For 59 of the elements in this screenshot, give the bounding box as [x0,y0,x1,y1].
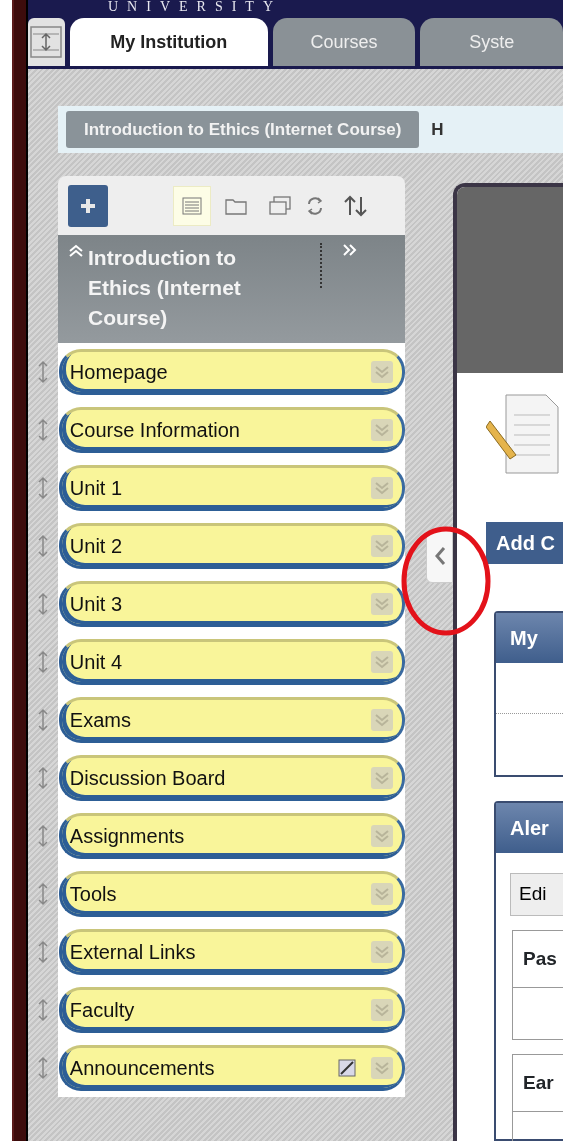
course-menu-item[interactable]: Unit 3 [58,581,405,627]
drag-handle-icon[interactable] [36,823,49,849]
chevron-down-icon[interactable] [369,824,394,848]
chevron-down-icon[interactable] [369,592,394,616]
section-heading: Pas [513,930,563,988]
expand-icon [29,25,64,59]
course-title: Introduction to Ethics (Internet Course) [88,245,242,331]
drag-handle-icon[interactable] [36,417,49,443]
course-menu-item[interactable]: Homepage [58,349,405,395]
drag-handle-icon[interactable] [36,475,49,501]
add-menu-item-button[interactable] [68,184,108,227]
chevron-left-icon [433,546,446,566]
drag-handle-icon[interactable] [36,939,49,965]
chevron-down-icon[interactable] [369,476,394,500]
chevron-down-icon[interactable] [369,1056,394,1080]
chevron-down-icon[interactable] [369,360,394,384]
module-title: Aler [496,803,563,853]
course-menu-item[interactable]: External Links [58,929,405,975]
module-title: My [496,613,563,663]
view-button[interactable] [173,185,211,226]
toggle-header-button[interactable] [28,18,65,66]
chevron-down-icon[interactable] [369,708,394,732]
edit-button[interactable]: Edi [510,873,563,916]
drag-handle-icon[interactable] [36,359,49,385]
course-menu-item[interactable]: Announcements [58,1045,405,1091]
course-menu-item[interactable]: Unit 1 [58,465,405,511]
drag-handle-icon[interactable] [36,533,49,559]
course-menu-item[interactable]: Unit 4 [58,639,405,685]
course-menu-item[interactable]: Unit 2 [58,523,405,569]
chevron-down-icon[interactable] [369,650,394,674]
course-menu-item[interactable]: Exams [58,697,405,743]
course-menu-item[interactable]: Faculty [58,987,405,1033]
chevron-down-icon[interactable] [369,882,394,906]
chevron-down-icon[interactable] [369,418,394,442]
breadcrumb-link[interactable]: H [431,110,444,149]
drag-handle-icon[interactable] [36,881,49,907]
course-menu-item[interactable]: Course Information [58,407,405,453]
course-menu-item[interactable]: Assignments [58,813,405,859]
section-heading: Ear [513,1054,563,1112]
chevron-down-icon[interactable] [369,534,394,558]
chevron-down-icon[interactable] [369,766,394,790]
drag-handle-icon[interactable] [36,1055,49,1081]
course-menu-item[interactable]: Tools [58,871,405,917]
windows-icon [268,193,292,218]
university-logo-text: UNIVERSITY [108,0,282,14]
drag-handle-icon[interactable] [36,707,49,733]
chevron-down-icon[interactable] [369,998,394,1022]
plus-icon [79,196,97,215]
sort-icon[interactable] [343,193,369,218]
drag-handle-icon[interactable] [36,591,49,617]
collapse-menu-button[interactable] [426,529,453,583]
refresh-icon[interactable] [305,194,325,217]
drag-handle-icon[interactable] [36,997,49,1023]
drag-handle-icon[interactable] [36,765,49,791]
add-content-bar[interactable]: Add C [486,522,563,564]
drag-handle-icon[interactable] [36,649,49,675]
course-menu-item[interactable]: Discussion Board [58,755,405,801]
nav-tab[interactable]: My Institution [69,18,268,66]
chevron-down-icon[interactable] [369,940,394,964]
